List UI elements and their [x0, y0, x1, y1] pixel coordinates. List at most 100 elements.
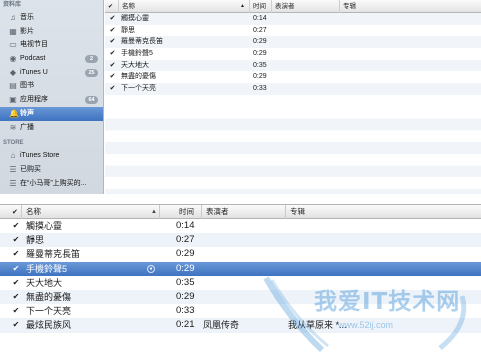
column-header-album[interactable]: 专辑 [286, 205, 481, 219]
track-time: 0:29 [176, 262, 195, 274]
checkbox-column-header[interactable]: ✔ [0, 205, 22, 219]
podcast-icon: ◉ [9, 54, 17, 64]
library-header: 资料库 [3, 2, 22, 8]
column-header-name[interactable]: 名称 [22, 205, 160, 219]
now-playing-indicator-icon[interactable]: ● [147, 264, 155, 273]
tv-icon: ▭ [9, 40, 17, 50]
track-time: 0:27 [253, 26, 267, 34]
bell-icon: 🔔 [9, 108, 19, 118]
sidebar-item-label: 图书 [20, 82, 34, 90]
checkbox[interactable]: ✔ [12, 264, 20, 273]
sidebar-store-item[interactable]: ☰ 已购买 [0, 163, 103, 177]
checkbox[interactable]: ✔ [12, 321, 20, 329]
count-badge: 64 [85, 96, 98, 105]
track-name: 無盡的憂傷 [121, 73, 156, 81]
track-time: 0:29 [253, 50, 267, 58]
sidebar-item-apps[interactable]: ▣ 应用程序 64 [0, 93, 103, 107]
table-row[interactable]: ✔ 羅曼蒂克長笛 0:29 [0, 247, 481, 261]
track-time: 0:29 [253, 73, 267, 81]
sidebar-item-label: 影片 [20, 27, 34, 35]
sidebar-item-podcast[interactable]: ◉ Podcast 2 [0, 52, 103, 66]
track-name: 靜思 [121, 26, 135, 34]
table-row[interactable]: ✔ 天大地大 0:35 [105, 59, 481, 72]
sidebar-item-book[interactable]: ▤ 图书 [0, 79, 103, 93]
column-header-artist[interactable]: 表演者 [202, 205, 286, 219]
ringtone-list-small: ✔ 名称 ▲ 时间 表演者 专辑 ✔ 觸摸心靈 0:14 ✔ 靜思 0:27 ✔ 羅曼蒂克長笛 0… [105, 0, 481, 194]
table-row[interactable]: ✔ 靜思 0:27 [105, 25, 481, 37]
sidebar-item-radio[interactable]: ≋ 广播 [0, 121, 103, 135]
track-time: 0:35 [176, 276, 195, 288]
track-name: 手機鈴聲5 [121, 50, 153, 58]
column-header-time[interactable]: 时间 [250, 0, 272, 13]
sidebar-item-label: 广播 [20, 123, 34, 131]
table-row[interactable]: ✔ 無盡的憂傷 0:29 [105, 71, 481, 83]
track-name: 無盡的憂傷 [26, 291, 72, 302]
track-name: 下一个天亮 [26, 306, 72, 317]
track-name: 靜思 [26, 235, 45, 246]
table-row[interactable]: ✔ 手機鈴聲5 ● 0:29 [0, 261, 481, 276]
track-time: 0:27 [176, 234, 195, 246]
checkbox[interactable]: ✔ [109, 73, 116, 80]
table-row[interactable]: ✔ 最炫民族风 0:21 凤凰传奇 我从草原来 *... [0, 318, 481, 333]
checkbox[interactable]: ✔ [109, 15, 116, 22]
checkbox[interactable]: ✔ [12, 250, 20, 258]
sidebar-item-graduation-cap[interactable]: ◆ iTunes U 25 [0, 66, 103, 80]
track-name: 天大地大 [26, 277, 63, 288]
track-name: 觸摸心靈 [121, 15, 149, 22]
sidebar-item-label: 已购买 [20, 165, 41, 173]
column-header-name[interactable]: 名称 ▲ [119, 0, 250, 13]
list-header: ✔ 名称 ▲ 时间 表演者 专辑 [0, 204, 481, 219]
list-header: ✔ 名称 ▲ 时间 表演者 专辑 [105, 0, 481, 13]
table-row[interactable]: ✔ 下一个天亮 0:33 [105, 83, 481, 95]
checkbox[interactable]: ✔ [12, 278, 20, 287]
film-icon: ▦ [9, 26, 17, 36]
sidebar-item-label: 铃声 [20, 109, 34, 117]
table-row[interactable]: ✔ 無盡的憂傷 0:29 [0, 289, 481, 305]
track-name: 羅曼蒂克長笛 [121, 38, 163, 46]
track-time: 0:35 [253, 61, 267, 69]
empty-list-area [105, 107, 481, 194]
table-row[interactable]: ✔ 靜思 0:27 [0, 233, 481, 248]
sidebar-store-item[interactable]: ☰ 在“小马哥”上购买的... [0, 177, 103, 191]
sidebar-item-music-note[interactable]: ♫ 音乐 [0, 11, 103, 25]
apps-icon: ▣ [9, 95, 17, 105]
table-row[interactable]: ✔ 觸摸心靈 0:14 [105, 13, 481, 25]
track-time: 0:29 [253, 38, 267, 46]
table-row[interactable]: ✔ 下一个天亮 0:33 [0, 304, 481, 318]
store-header: STORE [3, 140, 24, 147]
track-album: 我从草原来 *... [288, 320, 347, 331]
table-row[interactable]: ✔ 天大地大 0:35 [0, 276, 481, 290]
table-row[interactable]: ✔ 手機鈴聲5 0:29 [105, 48, 481, 60]
sidebar-item-label: 电视节目 [20, 41, 48, 49]
checkbox[interactable]: ✔ [12, 222, 20, 230]
checkbox-column-header[interactable]: ✔ [105, 0, 119, 13]
checkbox[interactable]: ✔ [12, 307, 20, 315]
checkbox[interactable]: ✔ [109, 50, 116, 57]
track-name: 羅曼蒂克長笛 [26, 249, 81, 260]
checkbox[interactable]: ✔ [109, 27, 116, 34]
sidebar-item-bell[interactable]: 🔔 铃声 [0, 106, 103, 121]
sidebar: 资料库 ♫ 音乐 ▦ 影片 ▭ 电视节目 ◉ Podcast 2 ◆ iTunes U 25 ▤ 图书 ▣ 应… [0, 0, 104, 194]
checkbox[interactable]: ✔ [109, 38, 116, 45]
checkbox[interactable]: ✔ [12, 292, 20, 301]
table-row[interactable]: ✔ 羅曼蒂克長笛 0:29 [105, 36, 481, 49]
checkbox[interactable]: ✔ [109, 85, 116, 92]
count-badge: 25 [85, 68, 98, 77]
column-header-album[interactable]: 专辑 [340, 0, 481, 13]
sidebar-item-label: 应用程序 [20, 96, 48, 104]
sidebar-item-film[interactable]: ▦ 影片 [0, 25, 103, 39]
track-time: 0:14 [253, 15, 267, 22]
sidebar-store-item[interactable]: ⌂ iTunes Store [0, 149, 103, 163]
sort-ascending-icon: ▲ [151, 209, 157, 215]
checkbox[interactable]: ✔ [12, 236, 20, 244]
checkbox[interactable]: ✔ [109, 62, 116, 69]
track-time: 0:33 [176, 305, 195, 317]
sidebar-item-label: iTunes U [20, 68, 48, 76]
purchased-device-icon: ☰ [9, 178, 17, 188]
sidebar-item-label: 在“小马哥”上购买的... [20, 179, 87, 187]
sidebar-item-tv[interactable]: ▭ 电视节目 [0, 38, 103, 52]
sort-ascending-icon: ▲ [240, 3, 245, 9]
column-header-artist[interactable]: 表演者 [272, 0, 340, 13]
table-row[interactable]: ✔ 觸摸心靈 0:14 [0, 219, 481, 233]
column-header-time[interactable]: 时间 [175, 205, 202, 219]
